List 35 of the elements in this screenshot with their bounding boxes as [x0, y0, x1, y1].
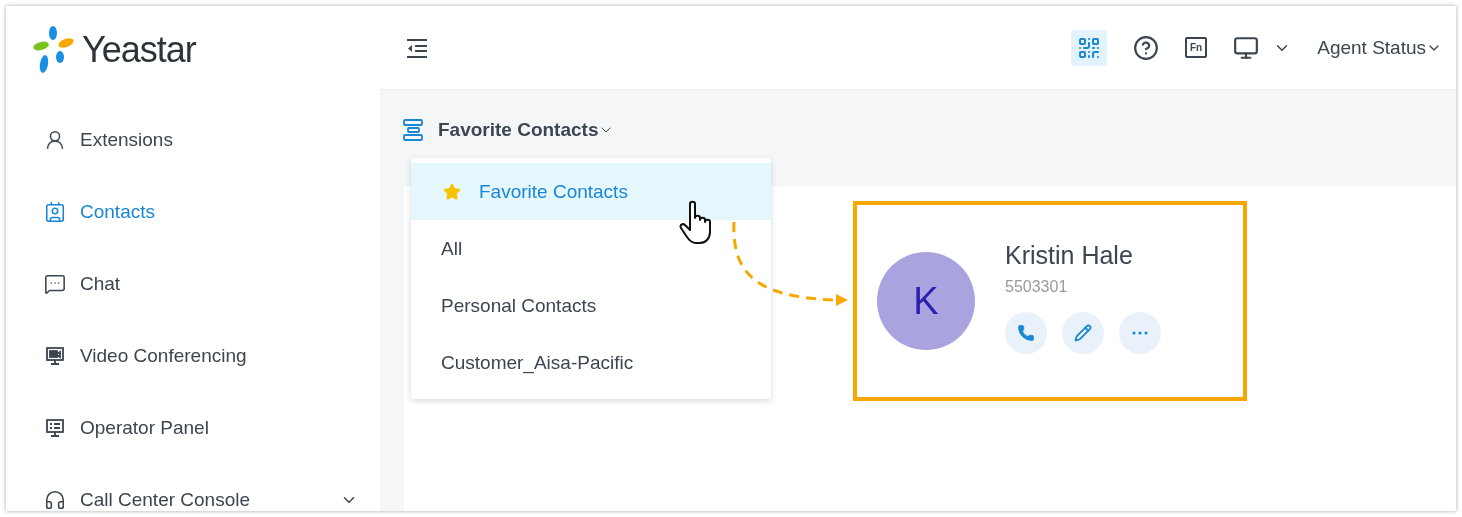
users-icon — [44, 129, 66, 151]
qr-code-button[interactable] — [1071, 29, 1107, 66]
agent-status-dropdown[interactable]: Agent Status — [1317, 36, 1442, 59]
monitor-icon[interactable] — [1233, 34, 1260, 61]
headset-icon — [44, 489, 66, 511]
sidebar-item[interactable]: Extensions — [32, 104, 380, 176]
call-button[interactable] — [1005, 311, 1047, 354]
collapse-menu-icon[interactable] — [404, 36, 430, 59]
help-icon[interactable] — [1133, 34, 1159, 61]
panel-monitor-icon — [44, 417, 66, 439]
logo-text: Yeastar — [82, 29, 196, 71]
video-monitor-icon — [44, 345, 66, 367]
hand-cursor-icon — [679, 200, 711, 244]
phone-icon — [1017, 323, 1035, 342]
dropdown-item[interactable]: All — [411, 220, 771, 277]
dropdown-item[interactable]: Customer_Aisa-Pacific — [411, 334, 771, 391]
contact-number: 5503301 — [1005, 277, 1069, 296]
contact-name: Kristin Hale — [1005, 240, 1134, 270]
ellipsis-icon — [1132, 330, 1148, 335]
group-icon — [402, 118, 426, 142]
pencil-icon — [1074, 323, 1092, 342]
sidebar-item[interactable]: Chat — [32, 248, 380, 320]
sidebar-item[interactable]: Operator Panel — [32, 392, 380, 464]
sidebar-item[interactable]: Contacts — [32, 176, 380, 248]
sidebar-item[interactable]: Video Conferencing — [32, 320, 380, 392]
contacts-icon — [44, 201, 66, 223]
fn-key-icon[interactable]: Fn — [1185, 37, 1208, 58]
edit-button[interactable] — [1062, 311, 1104, 354]
contact-group-selector[interactable]: Favorite Contacts — [438, 119, 615, 141]
sidebar-item[interactable]: Call Center Console — [32, 464, 380, 511]
qr-code-icon — [1077, 35, 1101, 60]
avatar: K — [877, 252, 975, 350]
dropdown-item[interactable]: Favorite Contacts — [411, 163, 771, 220]
chat-icon — [44, 273, 66, 295]
dropdown-item[interactable]: Personal Contacts — [411, 277, 771, 334]
